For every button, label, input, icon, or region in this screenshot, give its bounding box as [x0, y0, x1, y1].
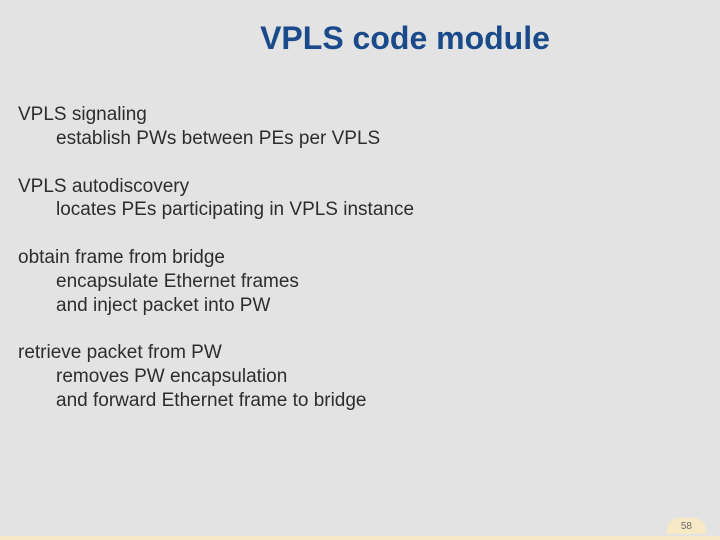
slide-title: VPLS code module	[108, 20, 702, 57]
section-sub: and inject packet into PW	[18, 294, 702, 318]
section-autodiscovery: VPLS autodiscovery locates PEs participa…	[18, 175, 702, 223]
section-lead: retrieve packet from PW	[18, 341, 702, 365]
section-sub: locates PEs participating in VPLS instan…	[18, 198, 702, 222]
section-sub: encapsulate Ethernet frames	[18, 270, 702, 294]
slide: VPLS code module VPLS signaling establis…	[0, 0, 720, 540]
section-retrieve-packet: retrieve packet from PW removes PW encap…	[18, 341, 702, 412]
section-signaling: VPLS signaling establish PWs between PEs…	[18, 103, 702, 151]
section-sub: establish PWs between PEs per VPLS	[18, 127, 702, 151]
section-lead: VPLS autodiscovery	[18, 175, 702, 199]
section-obtain-frame: obtain frame from bridge encapsulate Eth…	[18, 246, 702, 317]
footer-bar	[0, 536, 720, 540]
section-lead: VPLS signaling	[18, 103, 702, 127]
section-sub: and forward Ethernet frame to bridge	[18, 389, 702, 413]
page-number: 58	[667, 518, 706, 534]
section-lead: obtain frame from bridge	[18, 246, 702, 270]
section-sub: removes PW encapsulation	[18, 365, 702, 389]
